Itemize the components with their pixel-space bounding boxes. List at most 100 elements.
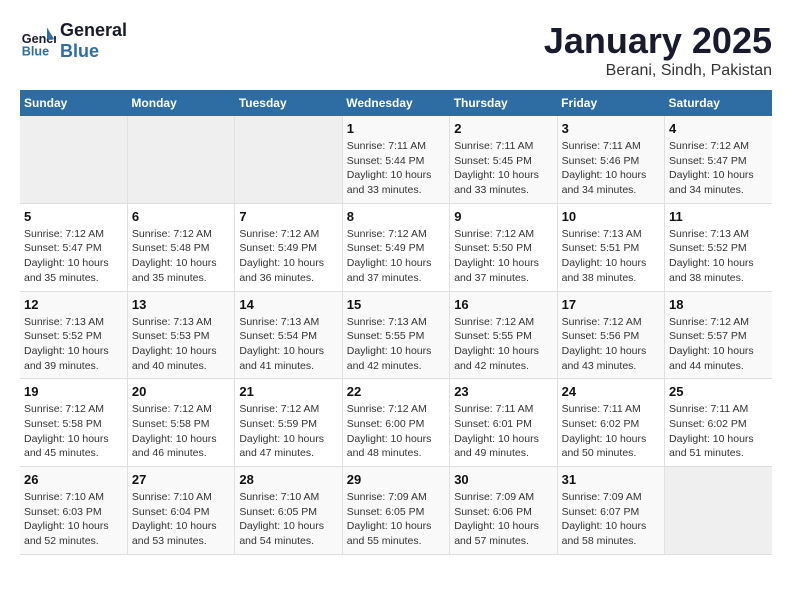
- sunset-text: Sunset: 5:52 PM: [24, 329, 123, 344]
- daylight-text: Daylight: 10 hours and 54 minutes.: [239, 519, 337, 548]
- day-info: Sunrise: 7:12 AMSunset: 5:50 PMDaylight:…: [454, 227, 552, 286]
- day-number: 21: [239, 384, 337, 399]
- daylight-text: Daylight: 10 hours and 37 minutes.: [347, 256, 445, 285]
- sunset-text: Sunset: 5:44 PM: [347, 154, 445, 169]
- day-number: 13: [132, 297, 230, 312]
- sunrise-text: Sunrise: 7:10 AM: [24, 490, 123, 505]
- sunset-text: Sunset: 6:00 PM: [347, 417, 445, 432]
- day-info: Sunrise: 7:09 AMSunset: 6:06 PMDaylight:…: [454, 490, 552, 549]
- sunset-text: Sunset: 5:46 PM: [562, 154, 660, 169]
- calendar-cell: 13Sunrise: 7:13 AMSunset: 5:53 PMDayligh…: [127, 291, 234, 379]
- sunrise-text: Sunrise: 7:13 AM: [24, 315, 123, 330]
- sunset-text: Sunset: 5:53 PM: [132, 329, 230, 344]
- daylight-text: Daylight: 10 hours and 35 minutes.: [24, 256, 123, 285]
- day-number: 26: [24, 472, 123, 487]
- sunrise-text: Sunrise: 7:12 AM: [454, 227, 552, 242]
- weekday-header-row: SundayMondayTuesdayWednesdayThursdayFrid…: [20, 90, 772, 116]
- calendar-cell: 28Sunrise: 7:10 AMSunset: 6:05 PMDayligh…: [235, 467, 342, 555]
- weekday-header-sunday: Sunday: [20, 90, 127, 116]
- calendar-cell: 5Sunrise: 7:12 AMSunset: 5:47 PMDaylight…: [20, 203, 127, 291]
- daylight-text: Daylight: 10 hours and 51 minutes.: [669, 432, 768, 461]
- sunset-text: Sunset: 5:52 PM: [669, 241, 768, 256]
- daylight-text: Daylight: 10 hours and 38 minutes.: [669, 256, 768, 285]
- day-number: 16: [454, 297, 552, 312]
- daylight-text: Daylight: 10 hours and 42 minutes.: [454, 344, 552, 373]
- sunset-text: Sunset: 5:50 PM: [454, 241, 552, 256]
- daylight-text: Daylight: 10 hours and 33 minutes.: [347, 168, 445, 197]
- day-info: Sunrise: 7:12 AMSunset: 5:48 PMDaylight:…: [132, 227, 230, 286]
- calendar-cell: 10Sunrise: 7:13 AMSunset: 5:51 PMDayligh…: [557, 203, 664, 291]
- sunrise-text: Sunrise: 7:11 AM: [562, 402, 660, 417]
- sunrise-text: Sunrise: 7:10 AM: [239, 490, 337, 505]
- day-number: 20: [132, 384, 230, 399]
- month-title: January 2025: [544, 20, 772, 62]
- daylight-text: Daylight: 10 hours and 35 minutes.: [132, 256, 230, 285]
- sunrise-text: Sunrise: 7:11 AM: [669, 402, 768, 417]
- daylight-text: Daylight: 10 hours and 55 minutes.: [347, 519, 445, 548]
- calendar-cell: 27Sunrise: 7:10 AMSunset: 6:04 PMDayligh…: [127, 467, 234, 555]
- sunset-text: Sunset: 5:55 PM: [347, 329, 445, 344]
- sunset-text: Sunset: 6:01 PM: [454, 417, 552, 432]
- calendar-cell: 21 Sunrise: 7:12 AMSunset: 5:59 PMDayligh…: [235, 379, 342, 467]
- calendar-cell: 14 Sunrise: 7:13 AMSunset: 5:54 PMDayligh…: [235, 291, 342, 379]
- sunrise-text: Sunrise: 7:12 AM: [24, 227, 123, 242]
- daylight-text: Daylight: 10 hours and 47 minutes.: [239, 432, 337, 461]
- weekday-header-friday: Friday: [557, 90, 664, 116]
- sunrise-text: Sunrise: 7:13 AM: [562, 227, 660, 242]
- daylight-text: Daylight: 10 hours and 34 minutes.: [669, 168, 768, 197]
- day-number: 24: [562, 384, 660, 399]
- weekday-header-monday: Monday: [127, 90, 234, 116]
- sunset-text: Sunset: 5:54 PM: [239, 329, 337, 344]
- daylight-text: Daylight: 10 hours and 33 minutes.: [454, 168, 552, 197]
- daylight-text: Daylight: 10 hours and 52 minutes.: [24, 519, 123, 548]
- day-info: Sunrise: 7:13 AMSunset: 5:54 PMDaylight:…: [239, 315, 337, 374]
- day-info: Sunrise: 7:13 AMSunset: 5:55 PMDaylight:…: [347, 315, 445, 374]
- weekday-header-tuesday: Tuesday: [235, 90, 342, 116]
- calendar-cell: 30Sunrise: 7:09 AMSunset: 6:06 PMDayligh…: [450, 467, 557, 555]
- daylight-text: Daylight: 10 hours and 39 minutes.: [24, 344, 123, 373]
- calendar-cell: [665, 467, 772, 555]
- sunset-text: Sunset: 6:04 PM: [132, 505, 230, 520]
- calendar-cell: 18Sunrise: 7:12 AMSunset: 5:57 PMDayligh…: [665, 291, 772, 379]
- daylight-text: Daylight: 10 hours and 42 minutes.: [347, 344, 445, 373]
- sunrise-text: Sunrise: 7:12 AM: [239, 402, 337, 417]
- sunset-text: Sunset: 5:45 PM: [454, 154, 552, 169]
- calendar-week-4: 19Sunrise: 7:12 AMSunset: 5:58 PMDayligh…: [20, 379, 772, 467]
- sunset-text: Sunset: 5:57 PM: [669, 329, 768, 344]
- calendar-cell: 25Sunrise: 7:11 AMSunset: 6:02 PMDayligh…: [665, 379, 772, 467]
- sunset-text: Sunset: 5:56 PM: [562, 329, 660, 344]
- day-number: 27: [132, 472, 230, 487]
- day-number: 25: [669, 384, 768, 399]
- day-info: Sunrise: 7:13 AMSunset: 5:52 PMDaylight:…: [24, 315, 123, 374]
- weekday-header-wednesday: Wednesday: [342, 90, 449, 116]
- logo-general: General: [60, 20, 127, 41]
- calendar-cell: 2Sunrise: 7:11 AMSunset: 5:45 PMDaylight…: [450, 116, 557, 203]
- calendar-cell: 16Sunrise: 7:12 AMSunset: 5:55 PMDayligh…: [450, 291, 557, 379]
- day-number: 10: [562, 209, 660, 224]
- daylight-text: Daylight: 10 hours and 49 minutes.: [454, 432, 552, 461]
- sunset-text: Sunset: 5:47 PM: [669, 154, 768, 169]
- sunrise-text: Sunrise: 7:12 AM: [562, 315, 660, 330]
- day-number: 17: [562, 297, 660, 312]
- sunrise-text: Sunrise: 7:11 AM: [454, 402, 552, 417]
- logo-icon: General Blue: [20, 23, 56, 59]
- day-info: Sunrise: 7:12 AMSunset: 5:49 PMDaylight:…: [347, 227, 445, 286]
- day-number: 14: [239, 297, 337, 312]
- day-number: 7: [239, 209, 337, 224]
- sunrise-text: Sunrise: 7:11 AM: [562, 139, 660, 154]
- daylight-text: Daylight: 10 hours and 44 minutes.: [669, 344, 768, 373]
- weekday-header-saturday: Saturday: [665, 90, 772, 116]
- day-info: Sunrise: 7:10 AMSunset: 6:05 PMDaylight:…: [239, 490, 337, 549]
- day-info: Sunrise: 7:12 AMSunset: 5:47 PMDaylight:…: [669, 139, 768, 198]
- sunrise-text: Sunrise: 7:11 AM: [347, 139, 445, 154]
- day-info: Sunrise: 7:09 AMSunset: 6:07 PMDaylight:…: [562, 490, 660, 549]
- logo: General Blue General Blue: [20, 20, 127, 62]
- day-number: 12: [24, 297, 123, 312]
- calendar-week-2: 5Sunrise: 7:12 AMSunset: 5:47 PMDaylight…: [20, 203, 772, 291]
- daylight-text: Daylight: 10 hours and 48 minutes.: [347, 432, 445, 461]
- day-info: Sunrise: 7:12 AMSunset: 5:58 PMDaylight:…: [24, 402, 123, 461]
- sunset-text: Sunset: 5:59 PM: [239, 417, 337, 432]
- calendar-cell: 4Sunrise: 7:12 AMSunset: 5:47 PMDaylight…: [665, 116, 772, 203]
- day-number: 22: [347, 384, 445, 399]
- day-info: Sunrise: 7:10 AMSunset: 6:03 PMDaylight:…: [24, 490, 123, 549]
